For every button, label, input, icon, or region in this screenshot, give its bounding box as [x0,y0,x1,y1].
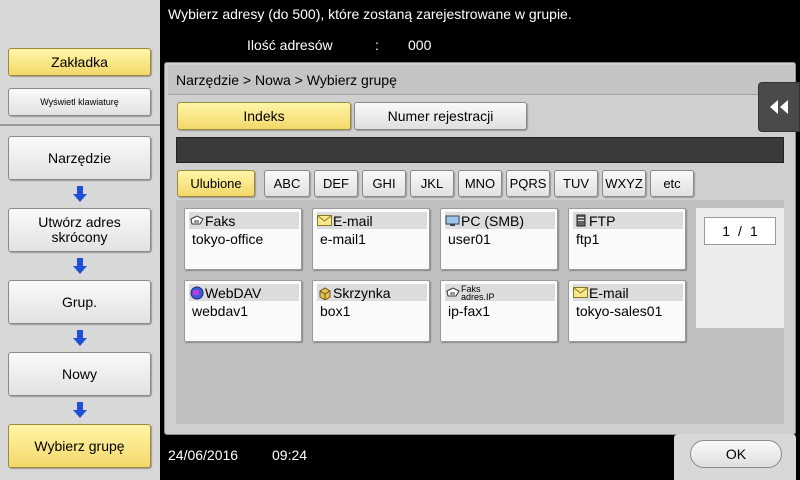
ok-button[interactable]: OK [690,440,782,468]
current-page: 1 [722,223,731,239]
show-keyboard-button[interactable]: Wyświetl klawiaturę [8,88,151,116]
address-entry[interactable]: WebDAV webdav1 [184,280,302,342]
entry-type: E-mail [589,284,629,301]
entry-name: user01 [448,231,491,247]
page-indicator: 1 / 1 [704,217,776,245]
entry-name: e-mail1 [320,231,366,247]
arrow-down-icon [73,186,87,202]
sidebar: Zakładka Wyświetl klawiaturę Narzędzie U… [0,0,160,480]
filter-jkl[interactable]: JKL [410,170,454,197]
entry-type: Skrzynka [333,284,391,301]
status-time: 09:24 [272,447,308,463]
address-count-value: 000 [408,37,432,53]
address-entry[interactable]: PC (SMB) user01 [440,208,558,270]
step-select-group-button[interactable]: Wybierz grupę [8,424,151,468]
step-new-button[interactable]: Nowy [8,352,151,396]
filter-def[interactable]: DEF [314,170,358,197]
entry-name: tokyo-sales01 [576,303,663,319]
entry-type: PC (SMB) [461,212,524,229]
ftp-icon [573,214,588,227]
entry-name: ftp1 [576,231,600,247]
step-tool-button[interactable]: Narzędzie [8,136,151,180]
breadcrumb: Narzędzie > Nowa > Wybierz grupę [168,65,794,95]
bookmark-button[interactable]: Zakładka [8,48,151,76]
entry-type: WebDAV [205,284,262,301]
filter-pqrs[interactable]: PQRS [506,170,550,197]
tab-registration-number[interactable]: Numer rejestracji [354,102,527,130]
filter-favorites[interactable]: Ulubione [177,170,255,197]
step-create-short-address-button[interactable]: Utwórz adres skrócony [8,208,151,252]
entry-type-line2: adres.IP [461,291,495,302]
address-entry[interactable]: Skrzynka box1 [312,280,430,342]
address-count-label: Ilość adresów [247,37,333,53]
address-entry[interactable]: E-mail e-mail1 [312,208,430,270]
sidebar-divider [0,124,160,126]
address-entry[interactable]: Faks tokyo-office [184,208,302,270]
arrow-down-icon [73,402,87,418]
ip-fax-icon [445,286,460,299]
pc-icon [445,214,460,227]
address-entry[interactable]: E-mail tokyo-sales01 [568,280,686,342]
collapse-panel-button[interactable] [758,82,800,132]
entry-name: box1 [320,303,351,319]
entry-type: E-mail [333,212,373,229]
filter-mno[interactable]: MNO [458,170,502,197]
address-entry[interactable]: FTP ftp1 [568,208,686,270]
arrow-down-icon [73,330,87,346]
page-separator: / [738,223,742,239]
total-pages: 1 [749,223,758,239]
entry-type: Faks [205,212,236,229]
box-icon [317,286,332,300]
email-icon [573,286,588,299]
fax-icon [189,214,204,227]
double-left-arrow-icon [770,100,788,114]
filter-tuv[interactable]: TUV [554,170,598,197]
entry-name: tokyo-office [192,231,264,247]
entry-name: ip-fax1 [448,303,491,319]
filter-abc[interactable]: ABC [264,170,310,197]
webdav-icon [189,286,204,299]
arrow-down-icon [73,258,87,274]
instruction-message: Wybierz adresy (do 500), które zostaną z… [168,6,572,22]
tab-index[interactable]: Indeks [177,102,351,130]
step-group-button[interactable]: Grup. [8,280,151,324]
entry-name: webdav1 [192,303,249,319]
entry-type: FTP [589,212,616,229]
filter-wxyz[interactable]: WXYZ [602,170,646,197]
address-count-colon: : [375,37,379,53]
email-icon [317,214,332,227]
filter-ghi[interactable]: GHI [362,170,406,197]
search-bar[interactable] [176,137,784,163]
filter-etc[interactable]: etc [650,170,694,197]
status-date: 24/06/2016 [168,447,239,463]
address-entry[interactable]: Faks adres.IP ip-fax1 [440,280,558,342]
